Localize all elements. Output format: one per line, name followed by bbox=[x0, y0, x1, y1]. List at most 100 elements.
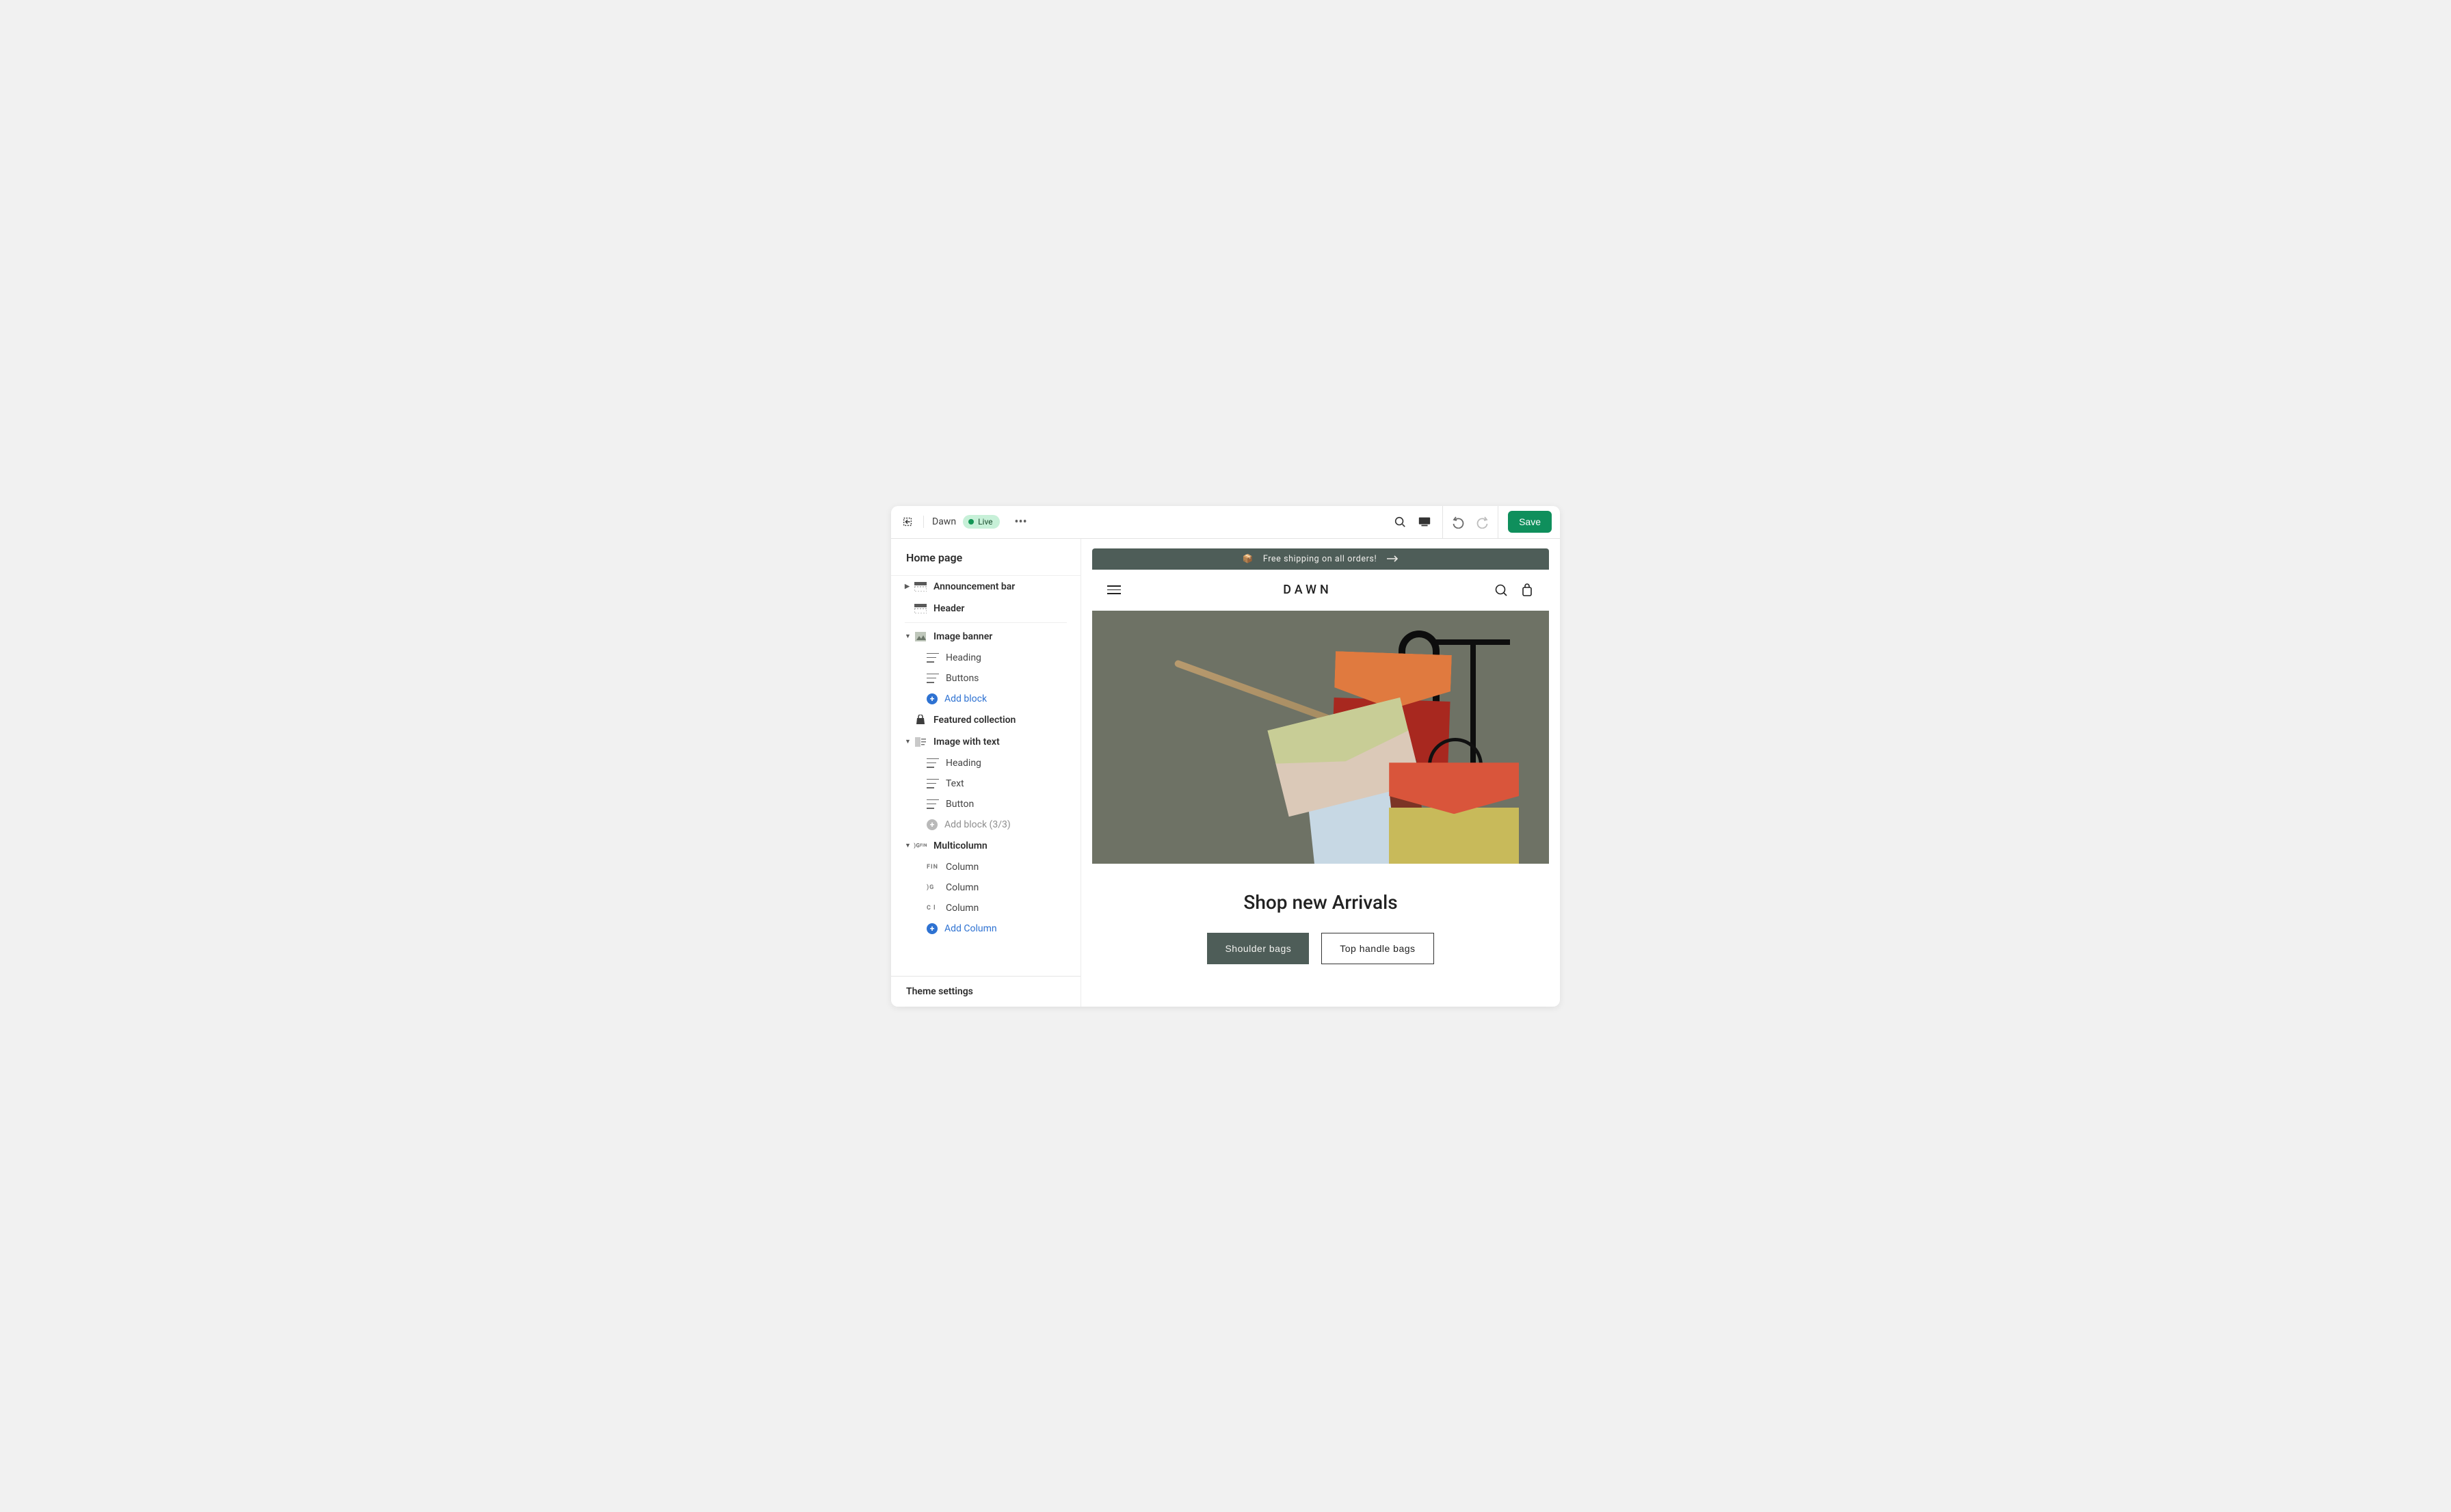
hero-artwork bbox=[1266, 631, 1522, 858]
top-bar: Dawn Live ••• bbox=[891, 506, 1560, 539]
announcement-text: Free shipping on all orders! bbox=[1263, 554, 1377, 564]
cta-primary-button[interactable]: Shoulder bags bbox=[1207, 933, 1309, 964]
live-badge-label: Live bbox=[978, 517, 992, 527]
theme-settings-button[interactable]: Theme settings bbox=[891, 976, 1081, 1007]
theme-name: Dawn bbox=[932, 516, 956, 527]
column-thumb-icon: C l bbox=[927, 905, 939, 912]
more-menu-button[interactable]: ••• bbox=[1011, 512, 1031, 532]
collection-icon bbox=[914, 714, 927, 726]
multicolumn-icon: )GFIN bbox=[914, 840, 927, 852]
block-label: Column bbox=[946, 862, 979, 873]
history-group bbox=[1442, 506, 1498, 538]
brand-logo[interactable]: DAWN bbox=[1283, 583, 1332, 597]
add-label: Add block (3/3) bbox=[944, 819, 1011, 830]
topbar-right: Save bbox=[1388, 506, 1560, 538]
block-label: Button bbox=[946, 799, 974, 810]
plus-circle-icon: + bbox=[927, 819, 938, 830]
caret-down-icon: ▼ bbox=[905, 738, 913, 745]
text-lines-icon bbox=[927, 799, 939, 809]
storefront-announcement-bar[interactable]: 📦 Free shipping on all orders! bbox=[1092, 548, 1549, 570]
add-block-image-banner[interactable]: + Add block bbox=[891, 689, 1081, 709]
arrow-right-icon bbox=[1386, 555, 1399, 563]
column-thumb-icon: FIN bbox=[927, 864, 939, 871]
caret-right-icon: ▶ bbox=[905, 583, 913, 590]
topbar-left: Dawn Live ••• bbox=[891, 506, 1031, 538]
plus-circle-icon: + bbox=[927, 923, 938, 934]
section-header[interactable]: Header bbox=[891, 598, 1081, 620]
cart-icon[interactable] bbox=[1520, 583, 1534, 597]
block-label: Buttons bbox=[946, 673, 979, 684]
block-button[interactable]: Button bbox=[891, 794, 1081, 814]
live-badge: Live bbox=[963, 515, 999, 529]
block-heading-2[interactable]: Heading bbox=[891, 753, 1081, 773]
section-featured-collection[interactable]: Featured collection bbox=[891, 709, 1081, 731]
text-lines-icon bbox=[927, 653, 939, 663]
block-column-1[interactable]: FIN Column bbox=[891, 857, 1081, 877]
editor-body: Home page ▶ Announcement bar Header bbox=[891, 539, 1560, 1007]
plus-circle-icon: + bbox=[927, 693, 938, 704]
announcement-icon bbox=[914, 581, 927, 593]
hamburger-icon bbox=[1107, 585, 1121, 587]
section-multicolumn[interactable]: ▼ )GFIN Multicolumn bbox=[891, 835, 1081, 857]
block-heading[interactable]: Heading bbox=[891, 648, 1081, 668]
add-column[interactable]: + Add Column bbox=[891, 918, 1081, 939]
header-icons bbox=[1494, 583, 1534, 597]
section-label: Multicolumn bbox=[933, 840, 988, 851]
desktop-icon bbox=[1418, 516, 1431, 528]
page-title: Home page bbox=[891, 539, 1081, 576]
block-label: Heading bbox=[946, 652, 981, 663]
exit-icon bbox=[901, 516, 914, 528]
block-column-3[interactable]: C l Column bbox=[891, 898, 1081, 918]
section-label: Image banner bbox=[933, 631, 992, 642]
cta-secondary-button[interactable]: Top handle bags bbox=[1321, 933, 1433, 964]
hero-heading: Shop new Arrivals bbox=[1092, 864, 1549, 933]
block-text[interactable]: Text bbox=[891, 773, 1081, 794]
package-icon: 📦 bbox=[1243, 554, 1254, 564]
live-dot-icon bbox=[968, 519, 974, 525]
block-column-2[interactable]: )G Column bbox=[891, 877, 1081, 898]
add-label: Add block bbox=[944, 693, 987, 704]
section-label: Featured collection bbox=[933, 715, 1016, 726]
divider bbox=[905, 622, 1067, 623]
theme-editor-window: Dawn Live ••• bbox=[891, 506, 1560, 1007]
redo-icon bbox=[1476, 515, 1489, 529]
section-label: Header bbox=[933, 603, 964, 614]
block-buttons[interactable]: Buttons bbox=[891, 668, 1081, 689]
theme-title-area: Dawn Live ••• bbox=[924, 512, 1031, 532]
hero-buttons: Shoulder bags Top handle bags bbox=[1092, 933, 1549, 992]
ellipsis-icon: ••• bbox=[1014, 515, 1026, 529]
sections-sidebar: Home page ▶ Announcement bar Header bbox=[891, 539, 1081, 1007]
redo-button[interactable] bbox=[1470, 509, 1495, 534]
storefront-header: DAWN bbox=[1092, 570, 1549, 611]
search-button[interactable] bbox=[1388, 509, 1412, 534]
section-announcement-bar[interactable]: ▶ Announcement bar bbox=[891, 576, 1081, 598]
caret-down-icon: ▼ bbox=[905, 633, 913, 640]
caret-down-icon: ▼ bbox=[905, 842, 913, 849]
back-button[interactable] bbox=[891, 516, 924, 528]
search-icon bbox=[1394, 516, 1406, 528]
image-banner-icon bbox=[914, 631, 927, 643]
menu-button[interactable] bbox=[1107, 583, 1121, 597]
add-block-image-with-text: + Add block (3/3) bbox=[891, 814, 1081, 835]
search-icon[interactable] bbox=[1494, 583, 1508, 597]
undo-icon bbox=[1451, 515, 1465, 529]
section-label: Announcement bar bbox=[933, 581, 1015, 592]
text-lines-icon bbox=[927, 674, 939, 683]
preview-pane: 📦 Free shipping on all orders! DAWN bbox=[1081, 539, 1560, 1007]
section-image-banner[interactable]: ▼ Image banner bbox=[891, 626, 1081, 648]
theme-settings-label: Theme settings bbox=[906, 986, 973, 997]
viewport-button[interactable] bbox=[1412, 509, 1437, 534]
save-button[interactable]: Save bbox=[1508, 511, 1552, 533]
column-thumb-icon: )G bbox=[927, 884, 939, 891]
block-label: Column bbox=[946, 882, 979, 893]
text-lines-icon bbox=[927, 779, 939, 788]
add-label: Add Column bbox=[944, 923, 997, 934]
section-image-with-text[interactable]: ▼ Image with text bbox=[891, 731, 1081, 753]
undo-button[interactable] bbox=[1446, 509, 1470, 534]
sidebar-scroll[interactable]: Home page ▶ Announcement bar Header bbox=[891, 539, 1081, 976]
header-icon bbox=[914, 602, 927, 615]
preview-scroll[interactable]: 📦 Free shipping on all orders! DAWN bbox=[1092, 548, 1549, 996]
block-label: Text bbox=[946, 778, 964, 789]
text-lines-icon bbox=[927, 758, 939, 768]
hero-image bbox=[1092, 611, 1549, 864]
